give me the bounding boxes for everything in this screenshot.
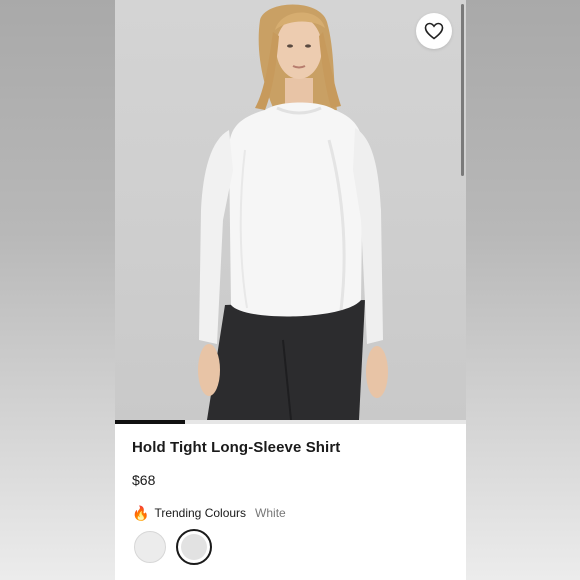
- product-photo-model: [198, 4, 388, 420]
- swatch-light-grey[interactable]: [134, 531, 166, 563]
- trending-colours-row: 🔥 Trending Colours White: [132, 506, 286, 520]
- swatch-white[interactable]: [176, 529, 212, 565]
- product-image[interactable]: [115, 0, 466, 420]
- colour-swatches: [134, 529, 212, 565]
- gallery-progress-track: [115, 420, 466, 424]
- selected-colour-name: White: [255, 506, 286, 520]
- product-screen: Hold Tight Long-Sleeve Shirt $68 🔥 Trend…: [115, 0, 466, 580]
- gallery-progress-fill: [115, 420, 186, 424]
- fire-icon: 🔥: [132, 505, 150, 521]
- product-price: $68: [132, 472, 156, 488]
- product-title: Hold Tight Long-Sleeve Shirt: [132, 439, 341, 456]
- favorite-button[interactable]: [416, 13, 452, 49]
- heart-icon: [424, 22, 444, 40]
- gallery-scrollbar[interactable]: [461, 4, 464, 176]
- trending-label: Trending Colours: [154, 506, 247, 520]
